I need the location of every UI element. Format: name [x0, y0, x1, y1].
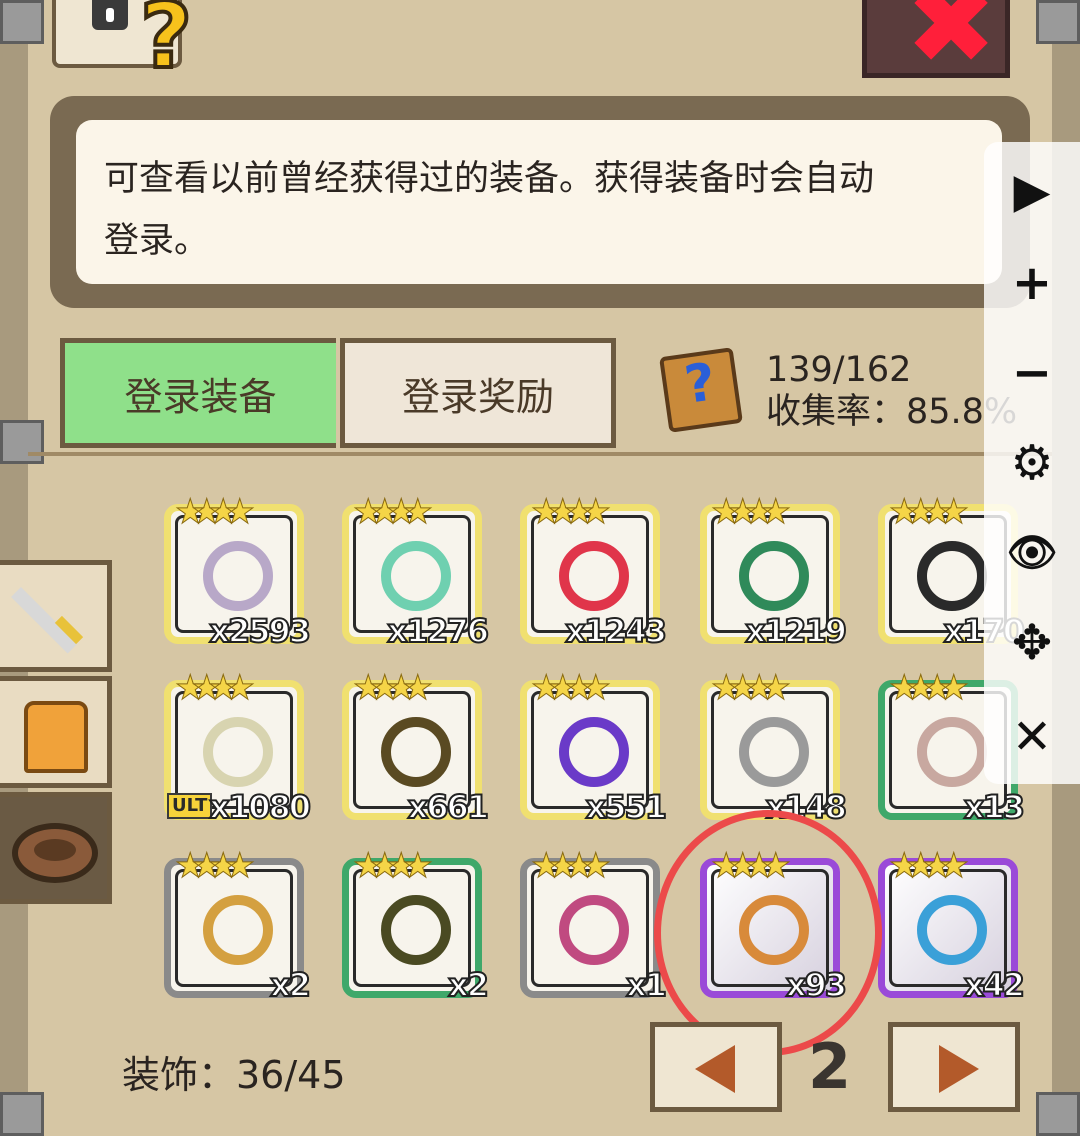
- collection-count: 139/162: [766, 350, 912, 390]
- zoom-out-icon[interactable]: −: [984, 338, 1080, 408]
- info-text-line1: 可查看以前曾经获得过的装备。获得装备时会自动: [104, 159, 875, 199]
- item-icon: [917, 895, 987, 965]
- arrow-left-icon: [695, 1045, 735, 1093]
- star-rating-icon: ★★★★: [889, 846, 970, 886]
- item-card[interactable]: ★★★★ x1: [520, 849, 668, 1002]
- prev-page-button[interactable]: [650, 1022, 782, 1112]
- item-card[interactable]: ★★★★ x42: [878, 849, 1026, 1002]
- ring-icon: [12, 823, 98, 883]
- sword-icon: [11, 587, 78, 654]
- star-rating-icon: ★★★★: [889, 668, 970, 708]
- frame-corner: [0, 420, 44, 464]
- zoom-in-icon[interactable]: +: [984, 248, 1080, 318]
- item-quantity: x2: [269, 966, 312, 1004]
- settings-icon[interactable]: ⚙: [984, 428, 1080, 498]
- collection-rate: 收集率：85.8%: [766, 392, 1018, 432]
- tab-registration-rewards[interactable]: 登录奖励: [340, 338, 616, 448]
- item-card[interactable]: ★★★★ x2593: [164, 495, 312, 648]
- item-icon: [559, 717, 629, 787]
- star-rating-icon: ★★★★: [531, 492, 612, 532]
- item-icon: [203, 895, 273, 965]
- item-icon: [917, 717, 987, 787]
- floating-toolbar: ▶ + − ⚙ 👁 ✥ ✕: [984, 142, 1080, 784]
- play-icon[interactable]: ▶: [984, 156, 1080, 226]
- star-rating-icon: ★★★★: [531, 668, 612, 708]
- book-icon: [659, 347, 743, 433]
- item-icon: [381, 541, 451, 611]
- divider: [28, 452, 1052, 456]
- info-text-line2: 登录。: [104, 221, 210, 261]
- star-rating-icon: ★★★★: [175, 668, 256, 708]
- category-tab-accessory[interactable]: [0, 792, 112, 904]
- star-rating-icon: ★★★★: [175, 492, 256, 532]
- next-page-button[interactable]: [888, 1022, 1020, 1112]
- tab-registered-equipment[interactable]: 登录装备: [60, 338, 336, 448]
- item-card[interactable]: ★★★★ x2: [342, 849, 490, 1002]
- item-quantity: x1276: [386, 612, 490, 650]
- frame-corner: [1036, 1092, 1080, 1136]
- eye-icon[interactable]: 👁: [984, 518, 1080, 588]
- item-icon: [203, 541, 273, 611]
- page-number: 2: [808, 1030, 852, 1103]
- item-quantity: x2: [447, 966, 490, 1004]
- item-card[interactable]: ★★★★ x2: [164, 849, 312, 1002]
- item-icon: [203, 717, 273, 787]
- category-tab-weapon[interactable]: [0, 560, 112, 672]
- item-quantity: x1: [625, 966, 668, 1004]
- item-icon: [381, 895, 451, 965]
- item-card[interactable]: ★★★★ x148: [700, 671, 848, 824]
- item-quantity: x1243: [564, 612, 668, 650]
- question-mark-icon[interactable]: ?: [138, 0, 194, 84]
- frame-corner: [1036, 0, 1080, 44]
- armor-icon: [24, 701, 88, 773]
- item-quantity: x661: [407, 788, 490, 826]
- close-button[interactable]: ✖: [862, 0, 1010, 89]
- star-rating-icon: ★★★★: [353, 492, 434, 532]
- item-icon: [739, 541, 809, 611]
- item-card[interactable]: ★★★★ x1243: [520, 495, 668, 648]
- item-quantity: x42: [963, 966, 1026, 1004]
- ult-badge: ULT: [167, 793, 213, 819]
- item-icon: [559, 895, 629, 965]
- item-card[interactable]: ★★★★ x1276: [342, 495, 490, 648]
- star-rating-icon: ★★★★: [711, 668, 792, 708]
- category-tab-armor[interactable]: [0, 676, 112, 788]
- item-card[interactable]: ★★★★ x1219: [700, 495, 848, 648]
- star-rating-icon: ★★★★: [889, 492, 970, 532]
- star-rating-icon: ★★★★: [531, 846, 612, 886]
- item-quantity: x13: [963, 788, 1026, 826]
- star-rating-icon: ★★★★: [353, 846, 434, 886]
- highlight-circle: [654, 810, 882, 1056]
- move-icon[interactable]: ✥: [984, 608, 1080, 678]
- lock-icon: [92, 0, 128, 30]
- category-count: 装饰：36/45: [122, 1053, 346, 1097]
- item-icon: [559, 541, 629, 611]
- arrow-right-icon: [939, 1045, 979, 1093]
- info-box: 可查看以前曾经获得过的装备。获得装备时会自动 登录。: [76, 120, 1002, 284]
- item-icon: [381, 717, 451, 787]
- frame-corner: [0, 1092, 44, 1136]
- star-rating-icon: ★★★★: [353, 668, 434, 708]
- item-card[interactable]: ★★★★ x661: [342, 671, 490, 824]
- close-toolbar-icon[interactable]: ✕: [984, 702, 1080, 772]
- item-card[interactable]: ★★★★ x551: [520, 671, 668, 824]
- item-quantity: x551: [585, 788, 668, 826]
- frame-corner: [0, 0, 44, 44]
- star-rating-icon: ★★★★: [175, 846, 256, 886]
- item-icon: [917, 541, 987, 611]
- item-quantity: x1219: [744, 612, 848, 650]
- star-rating-icon: ★★★★: [711, 492, 792, 532]
- item-quantity: x1080: [208, 788, 312, 826]
- item-card[interactable]: ★★★★ ULT x1080: [164, 671, 312, 824]
- item-icon: [739, 717, 809, 787]
- close-icon: ✖: [905, 0, 998, 89]
- item-quantity: x2593: [208, 612, 312, 650]
